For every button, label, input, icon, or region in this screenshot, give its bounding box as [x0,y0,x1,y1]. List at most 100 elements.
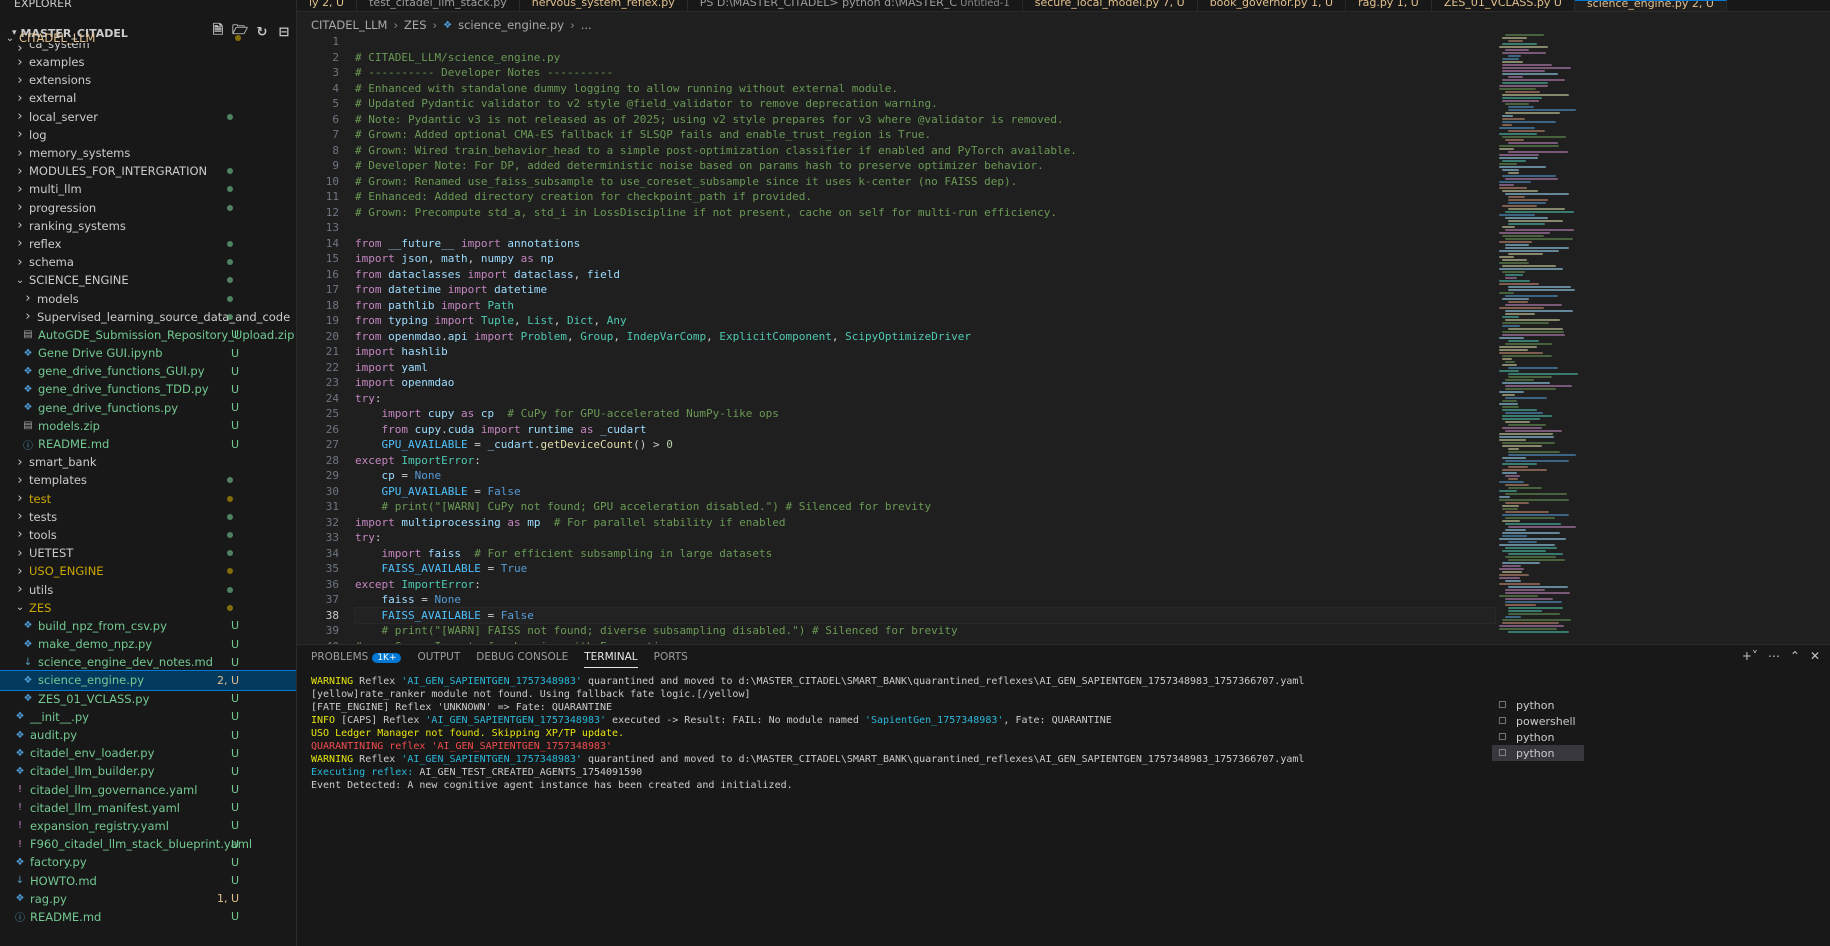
code-line[interactable]: # print("[WARN] CuPy not found; GPU acce… [355,499,1495,515]
breadcrumb-item[interactable]: ... [581,18,592,32]
code-line[interactable]: faiss = None [355,592,1495,608]
code-line[interactable]: import hashlib [355,344,1495,360]
editor-tab[interactable]: science_engine.py 2, U [1574,0,1727,11]
tree-item[interactable]: › log [0,126,296,144]
close-panel-icon[interactable]: ✕ [1810,649,1820,663]
code-line[interactable]: import json, math, numpy as np [355,251,1495,267]
code-line[interactable]: FAISS_AVAILABLE = False [354,606,1496,624]
terminal-output[interactable]: WARNING Reflex 'AI_GEN_SAPIENTGEN_175734… [311,675,1531,792]
code-line[interactable]: try: [355,530,1495,546]
editor-tab[interactable]: secure_local_model.py 7, U [1023,0,1198,11]
tree-item[interactable]: ▤ AutoGDE_Submission_Repository_Upload.zi… [0,326,296,344]
code-line[interactable]: # Grown: Precompute std_a, std_i in Loss… [355,205,1495,221]
code-line[interactable]: except ImportError: [355,577,1495,593]
tree-item[interactable]: ↓ HOWTO.md U [0,871,296,889]
editor-scrollbar[interactable] [1597,34,1611,644]
tree-item[interactable]: › ca_system [0,43,296,53]
panel-tab[interactable]: DEBUG CONSOLE [476,647,568,667]
code-line[interactable]: # Grown: Added optional CMA-ES fallback … [355,127,1495,143]
code-line[interactable]: # Grown: Renamed use_faiss_subsample to … [355,174,1495,190]
tree-item[interactable]: ! citadel_llm_governance.yaml U [0,781,296,799]
code-line[interactable]: GPU_AVAILABLE = False [355,484,1495,500]
terminal-instance[interactable]: ▢ powershell [1492,713,1584,729]
tree-item[interactable]: ❖ gene_drive_functions.py U [0,399,296,417]
code-line[interactable]: from datetime import datetime [355,282,1495,298]
editor-tab[interactable]: rag.py 1, U [1346,0,1432,11]
code-line[interactable]: from __future__ import annotations [355,236,1495,252]
tree-item[interactable]: › ranking_systems [0,217,296,235]
tree-item[interactable]: › memory_systems [0,144,296,162]
panel-tab[interactable]: PROBLEMS 1K+ [311,647,402,667]
editor-tab[interactable]: PS D:\MASTER_CITADEL> python d:\MASTER_C… [688,0,1023,11]
tree-item[interactable]: ❖ gene_drive_functions_TDD.py U [0,380,296,398]
tree-item[interactable]: ⌄ SCIENCE_ENGINE [0,271,296,289]
code-line[interactable]: import cupy as cp # CuPy for GPU-acceler… [355,406,1495,422]
code-line[interactable]: from openmdao.api import Problem, Group,… [355,329,1495,345]
tree-item[interactable]: › tools [0,526,296,544]
tree-item[interactable]: ❖ ZES_01_VCLASS.py U [0,690,296,708]
tree-item[interactable]: › utils [0,580,296,598]
minimap[interactable] [1497,34,1597,644]
code-line[interactable] [355,220,1495,236]
tree-item[interactable]: ❖ audit.py U [0,726,296,744]
tree-item[interactable]: ❖ __init__.py U [0,708,296,726]
tree-item[interactable]: › smart_bank [0,453,296,471]
tree-item[interactable]: › local_server [0,108,296,126]
maximize-panel-icon[interactable]: ⌃ [1790,649,1800,663]
code-line[interactable]: # ---------- Developer Notes ---------- [355,65,1495,81]
terminal-instance[interactable]: ▢ python [1492,745,1584,761]
terminal-instance[interactable]: ▢ python [1492,697,1584,713]
tree-item[interactable]: › test [0,490,296,508]
code-line[interactable]: import yaml [355,360,1495,376]
editor-tab[interactable]: book_governor.py 1, U [1198,0,1347,11]
code-line[interactable]: import faiss # For efficient subsampling… [355,546,1495,562]
code-line[interactable]: import multiprocessing as mp # For paral… [355,515,1495,531]
code-line[interactable]: FAISS_AVAILABLE = True [355,561,1495,577]
code-line[interactable]: from typing import Tuple, List, Dict, An… [355,313,1495,329]
code-line[interactable]: # Updated Pydantic validator to v2 style… [355,96,1495,112]
tree-item[interactable]: › MODULES_FOR_INTERGRATION [0,162,296,180]
panel-tab[interactable]: PORTS [654,647,688,667]
code-line[interactable]: # Developer Note: For DP, added determin… [355,158,1495,174]
tree-item[interactable]: ⓘ README.md U [0,435,296,453]
code-line[interactable]: # Note: Pydantic v3 is not released as o… [355,112,1495,128]
tree-item[interactable]: ❖ gene_drive_functions_GUI.py U [0,362,296,380]
code-line[interactable]: # print("[WARN] FAISS not found; diverse… [355,623,1495,639]
tree-item[interactable]: › templates [0,471,296,489]
code-line[interactable]: # Enhanced: Added directory creation for… [355,189,1495,205]
panel-tab[interactable]: TERMINAL [584,647,638,668]
code-line[interactable]: try: [355,391,1495,407]
code-content[interactable]: # CITADEL_LLM/science_engine.py # -------… [354,34,1496,644]
tree-item[interactable]: › USO_ENGINE [0,562,296,580]
tree-item[interactable]: › schema [0,253,296,271]
tree-item[interactable]: ⓘ README.md U [0,908,296,926]
tree-item[interactable]: › UETEST [0,544,296,562]
new-terminal-icon[interactable]: +˅ [1742,649,1758,663]
tree-item[interactable]: ⌄ ZES [0,599,296,617]
tree-item[interactable]: › models [0,289,296,307]
more-actions-icon[interactable]: ⋯ [1768,649,1780,663]
tree-item[interactable]: ! citadel_llm_manifest.yaml U [0,799,296,817]
tree-item[interactable]: ! expansion_registry.yaml U [0,817,296,835]
tree-item[interactable]: › progression [0,199,296,217]
code-line[interactable]: import openmdao [355,375,1495,391]
tree-item[interactable]: ❖ science_engine.py 2, U [0,670,296,691]
tree-item[interactable]: › external [0,89,296,107]
panel-tab[interactable]: OUTPUT [417,647,460,667]
tree-item[interactable]: › examples [0,53,296,71]
tree-item[interactable]: › tests [0,508,296,526]
code-line[interactable]: except ImportError: [355,453,1495,469]
code-line[interactable] [355,34,1495,50]
code-line[interactable]: from dataclasses import dataclass, field [355,267,1495,283]
tree-item[interactable]: ❖ rag.py 1, U [0,890,296,908]
code-line[interactable]: from pathlib import Path [355,298,1495,314]
tree-item[interactable]: › multi_llm [0,180,296,198]
tree-item[interactable]: ❖ citadel_llm_builder.py U [0,762,296,780]
code-line[interactable]: from cupy.cuda import runtime as _cudart [355,422,1495,438]
code-line[interactable]: GPU_AVAILABLE = _cudart.getDeviceCount()… [355,437,1495,453]
tree-item[interactable]: ❖ Gene Drive GUI.ipynb U [0,344,296,362]
code-line[interactable]: # Enhanced with standalone dummy logging… [355,81,1495,97]
editor-tab[interactable]: ZES_01_VCLASS.py U [1432,0,1575,11]
tree-item[interactable]: ❖ citadel_env_loader.py U [0,744,296,762]
code-editor[interactable]: 1 2 3 4 5 6 7 8 9 10 11 12 13 14 15 16 17 18 19 20 21 22 23 24 2… [297,34,1497,644]
